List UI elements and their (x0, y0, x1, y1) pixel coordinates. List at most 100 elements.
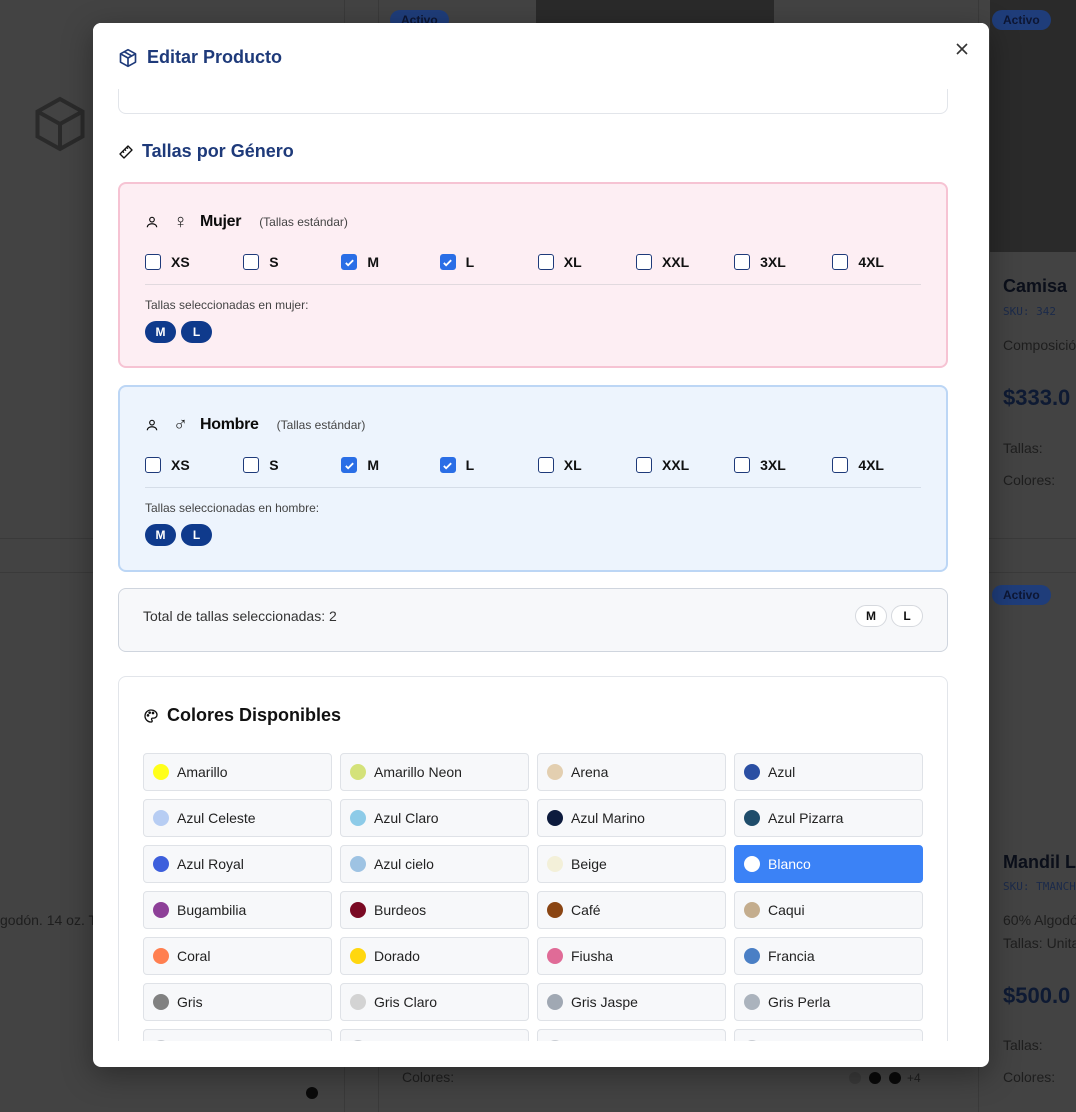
size-option-m[interactable]: M (341, 254, 439, 270)
color-option[interactable]: Azul Celeste (143, 799, 332, 837)
size-checkbox[interactable] (537, 457, 554, 473)
color-option[interactable]: Gris Perla (734, 983, 923, 1021)
color-swatch (350, 902, 366, 918)
size-checkbox[interactable] (439, 457, 456, 473)
color-option[interactable]: Azul Marino (537, 799, 726, 837)
color-swatch (744, 810, 760, 826)
color-option[interactable]: Azul cielo (340, 845, 529, 883)
size-checkbox[interactable] (145, 457, 161, 473)
color-option[interactable]: Gris Jaspe (537, 983, 726, 1021)
size-option-m[interactable]: M (341, 457, 439, 473)
size-option-xl[interactable]: XL (537, 457, 636, 473)
size-checkbox[interactable] (734, 457, 751, 473)
color-swatch (350, 810, 366, 826)
size-option-4xl[interactable]: 4XL (832, 254, 930, 270)
size-option-3xl[interactable]: 3XL (734, 254, 832, 270)
color-option[interactable]: Caqui (734, 891, 923, 929)
color-option[interactable]: Café (537, 891, 726, 929)
size-checkbox[interactable] (439, 254, 456, 270)
size-option-3xl[interactable]: 3XL (734, 457, 832, 473)
color-name: Gris Perla (768, 994, 831, 1010)
size-checkbox[interactable] (243, 457, 260, 473)
colors-label: Colores: (1003, 1069, 1056, 1085)
size-checkbox[interactable] (832, 254, 849, 270)
size-option-xs[interactable]: XS (145, 254, 243, 270)
product-title[interactable]: Mandil L (1003, 852, 1076, 873)
color-name: Azul cielo (374, 856, 434, 872)
size-checkbox[interactable] (243, 254, 260, 270)
male-symbol-icon: ♂ (173, 414, 188, 436)
size-option-xxl[interactable]: XXL (635, 254, 734, 270)
size-label: S (269, 457, 279, 473)
size-option-s[interactable]: S (243, 457, 341, 473)
color-option[interactable]: Azul Claro (340, 799, 529, 837)
size-checkbox[interactable] (635, 254, 652, 270)
color-name: Gris Claro (374, 994, 438, 1010)
selected-sizes-pills: M L (145, 321, 212, 343)
size-label: XS (171, 254, 190, 270)
color-swatch (547, 810, 563, 826)
color-name: Caqui (768, 902, 805, 918)
color-option[interactable]: Azul Royal (143, 845, 332, 883)
color-name: Azul Marino (571, 810, 645, 826)
color-swatch (350, 764, 366, 780)
size-checkbox[interactable] (832, 457, 849, 473)
color-option[interactable]: Dorado (340, 937, 529, 975)
product-sku: SKU: 342 (1003, 305, 1056, 318)
color-dot (869, 1072, 881, 1084)
modal-body[interactable]: Tallas por Género ♀ Mujer (Tallas estánd… (93, 89, 989, 1041)
color-option[interactable]: Arena (537, 753, 726, 791)
product-sizes-text: Tallas: Unita (1003, 935, 1076, 951)
status-badge: Activo (992, 10, 1051, 30)
size-pill: M (145, 321, 176, 343)
previous-section-card (118, 89, 948, 114)
total-sizes-pills: M L (855, 605, 923, 627)
color-option[interactable]: Fiusha (537, 937, 726, 975)
color-option[interactable]: Amarillo Neon (340, 753, 529, 791)
size-checkbox[interactable] (341, 254, 358, 270)
size-option-xl[interactable]: XL (537, 254, 636, 270)
more-colors-count: +4 (907, 1071, 921, 1085)
modal-title-text: Editar Producto (147, 47, 283, 67)
color-option[interactable]: Azul (734, 753, 923, 791)
color-option[interactable] (143, 1029, 332, 1041)
size-checkbox[interactable] (145, 254, 161, 270)
color-option[interactable]: Azul Pizarra (734, 799, 923, 837)
color-option[interactable]: Blanco (734, 845, 923, 883)
size-option-4xl[interactable]: 4XL (832, 457, 930, 473)
product-sku: SKU: TMANCH (1003, 880, 1076, 893)
size-checkbox[interactable] (734, 254, 751, 270)
color-swatch (153, 994, 169, 1010)
color-name: Arena (571, 764, 609, 780)
size-option-l[interactable]: L (439, 457, 538, 473)
size-checkbox[interactable] (341, 457, 358, 473)
size-option-xs[interactable]: XS (145, 457, 243, 473)
sizes-section-title-text: Tallas por Género (142, 141, 294, 161)
size-checkbox[interactable] (635, 457, 652, 473)
close-button[interactable] (953, 40, 971, 58)
color-swatch (744, 994, 760, 1010)
color-option[interactable]: Francia (734, 937, 923, 975)
color-option[interactable] (734, 1029, 923, 1041)
color-name: Café (571, 902, 601, 918)
size-option-xxl[interactable]: XXL (635, 457, 734, 473)
color-name: Beige (571, 856, 607, 872)
color-option[interactable]: Beige (537, 845, 726, 883)
close-icon (956, 43, 968, 55)
size-label: XS (171, 457, 190, 473)
size-checkbox[interactable] (537, 254, 554, 270)
product-title[interactable]: Camisa (1003, 276, 1067, 297)
color-option[interactable]: Burdeos (340, 891, 529, 929)
selected-sizes-label: Tallas seleccionadas en hombre: (145, 501, 320, 515)
size-label: M (367, 457, 380, 473)
size-option-s[interactable]: S (243, 254, 341, 270)
color-option[interactable]: Bugambilia (143, 891, 332, 929)
color-option[interactable] (537, 1029, 726, 1041)
size-option-l[interactable]: L (439, 254, 538, 270)
color-option[interactable]: Gris (143, 983, 332, 1021)
color-name: Azul Royal (177, 856, 244, 872)
color-option[interactable]: Gris Claro (340, 983, 529, 1021)
color-option[interactable]: Coral (143, 937, 332, 975)
color-option[interactable]: Amarillo (143, 753, 332, 791)
color-option[interactable] (340, 1029, 529, 1041)
